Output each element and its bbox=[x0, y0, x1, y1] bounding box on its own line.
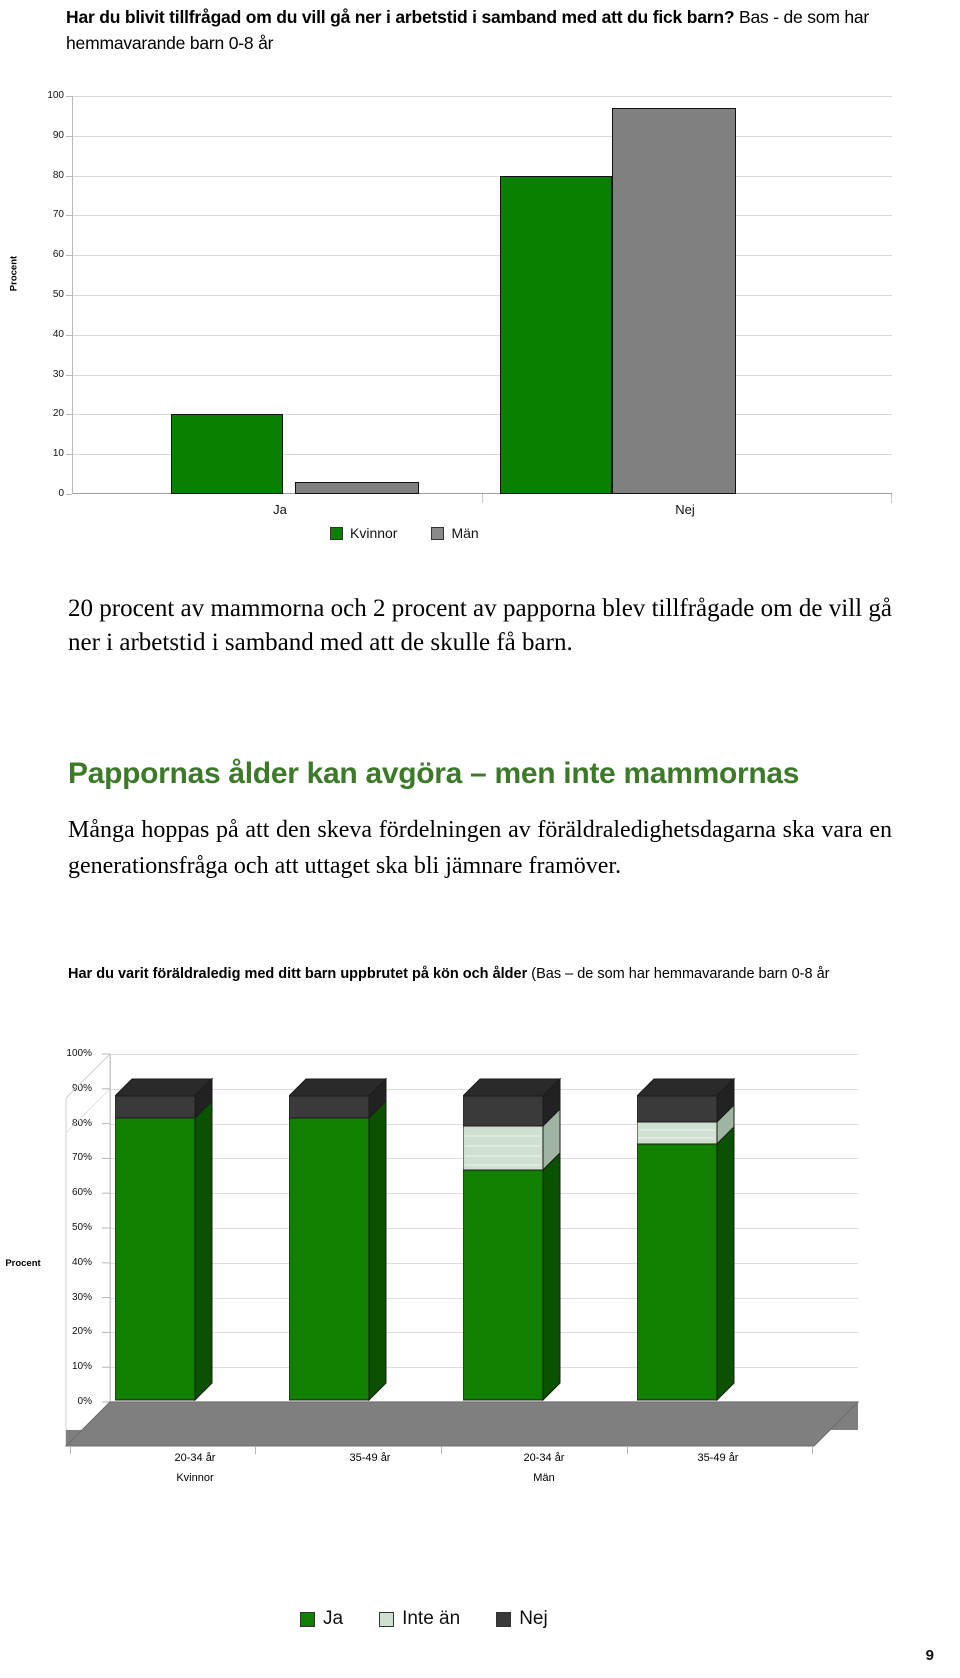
chart1-ytick: 40 bbox=[52, 328, 64, 340]
chart1-bar-ja-man bbox=[295, 482, 419, 494]
chart2-legend-item-ja: Ja bbox=[300, 1608, 343, 1630]
chart1-ytick: 20 bbox=[52, 408, 64, 420]
chart1-legend-label: Män bbox=[451, 525, 479, 541]
chart2-ytick: 30% bbox=[71, 1291, 92, 1303]
chart2-column-man-35-49 bbox=[637, 1058, 736, 1420]
legend-swatch-icon bbox=[496, 1611, 512, 1627]
chart2-title-bold: Har du varit föräldraledig med ditt barn… bbox=[68, 966, 528, 982]
legend-swatch-icon bbox=[379, 1611, 395, 1627]
chart1-category-label-ja: Ja bbox=[273, 502, 287, 517]
chart2: Procent 100% 90% 80% 70% 60% 50% 40% 30%… bbox=[0, 1040, 900, 1600]
chart2-ytick: 10% bbox=[71, 1361, 92, 1373]
chart1-ytick: 30 bbox=[52, 368, 64, 380]
chart2-legend-label: Nej bbox=[519, 1608, 548, 1629]
chart2-ytick: 80% bbox=[71, 1117, 92, 1129]
chart2-title-light: (Bas – de som har hemmavarande barn 0-8 … bbox=[531, 966, 830, 982]
chart2-group-label-kvinnor: Kvinnor bbox=[176, 1472, 214, 1484]
chart2-category-label-1: 20-34 år bbox=[174, 1452, 216, 1464]
legend-swatch-icon bbox=[431, 526, 445, 540]
chart2-ytick: 0% bbox=[77, 1396, 92, 1407]
chart2-category-label-2: 35-49 år bbox=[349, 1452, 391, 1464]
chart1-plot-area bbox=[72, 96, 892, 494]
legend-swatch-icon bbox=[300, 1611, 315, 1627]
chart2-title: Har du varit föräldraledig med ditt barn… bbox=[68, 963, 888, 985]
chart2-ytick: 20% bbox=[71, 1326, 92, 1338]
chart2-column-kvinnor-35-49 bbox=[289, 1058, 388, 1420]
chart2-legend-item-inte-an: Inte än bbox=[379, 1608, 460, 1630]
chart1-bar-nej-kvinnor bbox=[500, 175, 612, 494]
chart1-category-label-nej: Nej bbox=[675, 502, 695, 517]
chart2-ytick: 70% bbox=[71, 1152, 92, 1164]
chart2-ytick: 90% bbox=[71, 1082, 92, 1094]
chart1-title: Har du blivit tillfrågad om du vill gå n… bbox=[66, 4, 896, 56]
chart1-ytick: 50 bbox=[52, 289, 64, 300]
chart2-ytick: 60% bbox=[71, 1187, 92, 1199]
chart2-y-axis: 100% 90% 80% 70% 60% 50% 40% 30% 20% 10%… bbox=[40, 1048, 102, 1407]
chart2-legend: Ja Inte än Nej bbox=[300, 1608, 548, 1630]
chart1-ytick: 100 bbox=[47, 90, 64, 101]
chart2-legend-label: Inte än bbox=[402, 1608, 461, 1629]
chart2-group-label-man: Män bbox=[533, 1472, 555, 1484]
chart1-ytick: 70 bbox=[52, 209, 64, 221]
body-paragraph: Många hoppas på att den skeva fördelning… bbox=[68, 817, 892, 879]
page-number: 9 bbox=[925, 1647, 934, 1664]
chart1-legend-item-kvinnor: Kvinnor bbox=[330, 525, 397, 541]
chart1-ytick: 80 bbox=[52, 169, 64, 181]
chart1-y-axis: 100 90 80 70 60 50 40 30 20 10 0 bbox=[0, 90, 72, 499]
chart1-ytick: 0 bbox=[58, 488, 64, 499]
chart1-ytick: 60 bbox=[52, 249, 64, 261]
chart1-bar-nej-man bbox=[612, 108, 736, 494]
legend-swatch-icon bbox=[330, 526, 343, 540]
chart1-title-bold: Har du blivit tillfrågad om du vill gå n… bbox=[66, 7, 735, 27]
chart2-ytick: 100% bbox=[66, 1048, 92, 1059]
document-page: Har du blivit tillfrågad om du vill gå n… bbox=[0, 0, 960, 1678]
chart1-ytick: 90 bbox=[52, 129, 64, 141]
lead-paragraph: 20 procent av mammorna och 2 procent av … bbox=[68, 595, 892, 656]
chart2-legend-label: Ja bbox=[323, 1608, 344, 1629]
chart2-ytick: 40% bbox=[71, 1256, 92, 1268]
chart2-column-kvinnor-20-34 bbox=[115, 1058, 214, 1420]
chart2-category-label-4: 35-49 år bbox=[697, 1452, 739, 1464]
chart1-legend-label: Kvinnor bbox=[350, 525, 398, 541]
chart1-legend-item-man: Män bbox=[431, 525, 479, 541]
chart2-ytick: 50% bbox=[71, 1222, 92, 1233]
chart1-bar-ja-kvinnor bbox=[171, 414, 283, 494]
chart1-legend: Kvinnor Män bbox=[330, 525, 479, 541]
chart2-column-man-20-34 bbox=[463, 1058, 562, 1420]
chart1: Procent 100 90 80 70 60 50 40 30 20 10 0 bbox=[0, 88, 900, 517]
chart2-category-label-3: 20-34 år bbox=[523, 1452, 565, 1464]
chart1-ytick: 10 bbox=[52, 448, 64, 460]
chart2-legend-item-nej: Nej bbox=[496, 1608, 548, 1630]
section-heading: Pappornas ålder kan avgöra – men inte ma… bbox=[68, 757, 800, 790]
